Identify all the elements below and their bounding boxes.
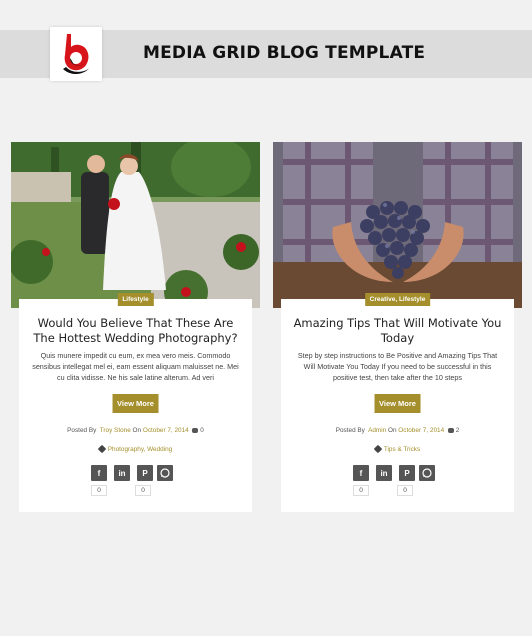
blog-card: Lifestyle Would You Believe That These A… — [19, 293, 252, 512]
post-meta: Posted By Admin On October 7, 2014 2 — [281, 427, 514, 434]
post-image-wedding[interactable] — [11, 142, 260, 308]
linkedin-icon[interactable]: in — [376, 465, 392, 481]
post-excerpt: Step by step instructions to Be Positive… — [297, 351, 498, 382]
post-meta: Posted By Troy Stone On October 7, 2014 … — [19, 427, 252, 434]
blog-card: Creative, Lifestyle Amazing Tips That Wi… — [281, 293, 514, 512]
date-link[interactable]: October 7, 2014 — [398, 427, 444, 434]
post-categories: Tips & Tricks — [281, 445, 514, 454]
share-count: 0 — [353, 485, 369, 496]
whatsapp-icon[interactable] — [157, 465, 173, 481]
post-title[interactable]: Amazing Tips That Will Motivate You Toda… — [289, 316, 506, 346]
on-label: On — [132, 427, 142, 434]
author-link[interactable]: Troy Stone — [100, 427, 131, 434]
pinterest-icon[interactable]: P — [399, 465, 415, 481]
category-links[interactable]: Photography, Wedding — [108, 446, 172, 453]
category-links[interactable]: Tips & Tricks — [384, 446, 420, 453]
share-count: 0 — [397, 485, 413, 496]
logo-icon — [63, 34, 90, 75]
share-bar: f in P 0 0 — [353, 465, 453, 499]
comment-icon — [447, 427, 454, 433]
post-excerpt: Quis munere impedit cu eum, ex mea vero … — [32, 351, 239, 382]
facebook-icon[interactable]: f — [353, 465, 369, 481]
comment-count[interactable]: 0 — [200, 427, 204, 434]
share-count: 0 — [91, 485, 107, 496]
posted-by-label: Posted By — [67, 427, 97, 434]
pinterest-icon[interactable]: P — [137, 465, 153, 481]
author-link[interactable]: Admin — [368, 427, 386, 434]
view-more-button[interactable]: View More — [374, 394, 421, 413]
comment-count[interactable]: 2 — [456, 427, 460, 434]
category-chip[interactable]: Lifestyle — [117, 293, 154, 306]
date-link[interactable]: October 7, 2014 — [143, 427, 189, 434]
tag-icon — [97, 445, 107, 454]
post-title[interactable]: Would You Believe That These Are The Hot… — [27, 316, 244, 346]
comment-icon — [192, 427, 199, 433]
share-bar: f in P 0 0 — [91, 465, 191, 499]
post-categories: Photography, Wedding — [19, 445, 252, 454]
post-image-grapes[interactable] — [273, 142, 522, 308]
on-label: On — [387, 427, 397, 434]
page-title: MEDIA GRID BLOG TEMPLATE — [143, 43, 426, 63]
whatsapp-icon[interactable] — [419, 465, 435, 481]
view-more-button[interactable]: View More — [112, 394, 159, 413]
facebook-icon[interactable]: f — [91, 465, 107, 481]
linkedin-icon[interactable]: in — [114, 465, 130, 481]
tag-icon — [373, 445, 383, 454]
share-count: 0 — [135, 485, 151, 496]
category-chip[interactable]: Creative, Lifestyle — [364, 293, 431, 306]
site-logo[interactable] — [50, 27, 102, 81]
posted-by-label: Posted By — [335, 427, 365, 434]
